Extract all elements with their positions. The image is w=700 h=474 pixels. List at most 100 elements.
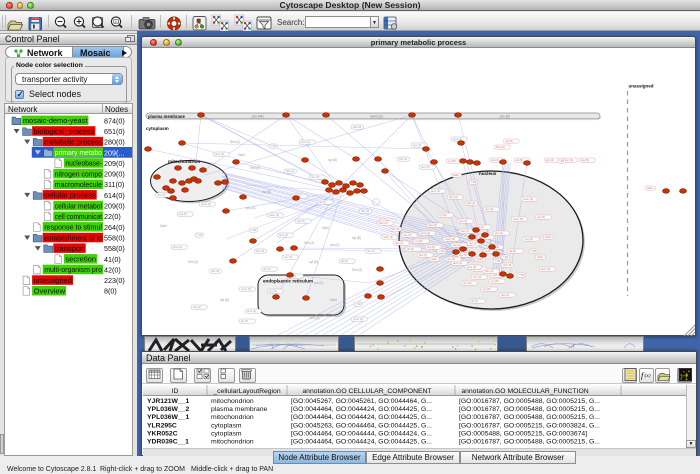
svg-text:res (4): res (4) xyxy=(263,267,271,271)
svg-text:cyt (8): cyt (8) xyxy=(352,236,361,240)
svg-text:alt (6): alt (6) xyxy=(407,247,414,251)
svg-text:cyt (8): cyt (8) xyxy=(491,279,499,283)
svg-text:YDR039C__1: YDR039C__1 xyxy=(147,439,189,446)
svg-text:YLR: YLR xyxy=(531,249,536,253)
svg-text:cytoplasm: cytoplasm xyxy=(211,422,242,429)
svg-text:cyt (8): cyt (8) xyxy=(309,260,318,264)
svg-text:209(0): 209(0) xyxy=(104,170,125,179)
svg-text:response to stimul: response to stimul xyxy=(44,223,102,232)
svg-text:establishment of lo: establishment of lo xyxy=(44,233,102,242)
svg-text:res (4): res (4) xyxy=(395,241,403,245)
svg-text:41(0): 41(0) xyxy=(104,255,121,264)
svg-text:pro (2): pro (2) xyxy=(310,316,319,320)
svg-text:ame (4): ame (4) xyxy=(247,309,256,313)
svg-text:mitochondrion: mitochondrion xyxy=(211,439,254,446)
svg-text:Overview: Overview xyxy=(34,287,66,296)
svg-text:Sim (2): Sim (2) xyxy=(304,241,314,245)
svg-text:280(0): 280(0) xyxy=(104,138,125,147)
svg-text:Gal4: Gal4 xyxy=(160,224,167,228)
svg-text:org (5): org (5) xyxy=(581,158,589,162)
svg-text:GO-44: GO-44 xyxy=(467,201,476,205)
svg-text:Sim (2): Sim (2) xyxy=(496,145,505,149)
svg-text:[GO:0045263, GO:0044464, GO:00: [GO:0045263, GO:0044464, GO:0044425, G..… xyxy=(291,422,432,429)
svg-text:nuc (3): nuc (3) xyxy=(485,207,493,211)
svg-text:42(0): 42(0) xyxy=(104,265,121,274)
svg-text:org (5): org (5) xyxy=(297,219,305,223)
svg-text:org (5): org (5) xyxy=(269,289,277,293)
svg-text:org (5): org (5) xyxy=(525,237,533,241)
svg-text:macromolecule: macromolecule xyxy=(55,180,102,189)
svg-text:GO-44: GO-44 xyxy=(256,249,265,253)
svg-text:mitochondrion: mitochondrion xyxy=(168,159,200,164)
svg-text:1:1: 1:1 xyxy=(114,20,119,24)
svg-text:mem (3): mem (3) xyxy=(241,287,251,291)
svg-text:311(0): 311(0) xyxy=(104,180,124,189)
svg-text:614(0): 614(0) xyxy=(104,191,125,200)
svg-text:pm (44): pm (44) xyxy=(252,114,264,118)
svg-text:alt (6): alt (6) xyxy=(341,259,348,263)
svg-text:org (5): org (5) xyxy=(459,253,467,257)
svg-text:YLR: YLR xyxy=(471,180,476,184)
svg-text:[GO:0016787, GO:0005488, GO:00: [GO:0016787, GO:0005488, GO:0005215, G..… xyxy=(459,398,600,405)
svg-text:209(0): 209(0) xyxy=(104,159,125,168)
svg-text:res (4): res (4) xyxy=(453,243,461,247)
svg-text:pro (2): pro (2) xyxy=(419,253,427,257)
svg-text:[GO:0016787, GO:0005488, GO:00: [GO:0016787, GO:0005488, GO:0005215, G..… xyxy=(459,439,600,446)
svg-text:ame (4): ame (4) xyxy=(541,267,550,271)
svg-text:223(0): 223(0) xyxy=(104,276,125,285)
svg-text:res (4): res (4) xyxy=(367,249,375,253)
svg-text:mosaic-demo-yeast: mosaic-demo-yeast xyxy=(23,116,87,125)
svg-text:209(0): 209(0) xyxy=(104,202,125,211)
svg-text:mem (3): mem (3) xyxy=(445,237,455,241)
svg-text:YLR: YLR xyxy=(503,255,508,259)
svg-text:209(...: 209(... xyxy=(104,148,124,157)
svg-text:YLR: YLR xyxy=(197,233,202,237)
svg-text:annotation.GO CELLULAR_COMPONE: annotation.GO CELLULAR_COMPONENT xyxy=(302,388,431,395)
svg-text:(x): (x) xyxy=(645,372,651,379)
svg-text:res (4): res (4) xyxy=(461,229,469,233)
svg-text:Gal4: Gal4 xyxy=(647,186,653,190)
svg-text:Gal4: Gal4 xyxy=(322,226,329,230)
svg-text:nuc (3): nuc (3) xyxy=(421,165,429,169)
svg-text:mem (3): mem (3) xyxy=(269,213,279,217)
svg-text:Sim (2): Sim (2) xyxy=(352,268,362,272)
svg-text:nuc (3): nuc (3) xyxy=(463,281,471,285)
svg-text:pm (6): pm (6) xyxy=(500,114,510,118)
svg-text:651(0): 651(0) xyxy=(104,127,125,136)
svg-text:Sim (2): Sim (2) xyxy=(230,140,240,144)
svg-text:nuc (3): nuc (3) xyxy=(157,193,165,197)
svg-text:plasma membrane: plasma membrane xyxy=(211,406,268,413)
svg-text:alt (6): alt (6) xyxy=(509,249,516,253)
svg-text:YLR: YLR xyxy=(495,259,500,263)
svg-text:metabolic process: metabolic process xyxy=(44,137,102,146)
svg-text:GO-44: GO-44 xyxy=(211,269,220,273)
svg-text:GO-44: GO-44 xyxy=(399,157,408,161)
svg-text:GO-44: GO-44 xyxy=(286,169,295,173)
svg-text:mitochondrion: mitochondrion xyxy=(211,398,254,405)
svg-text:cellular metabol: cellular metabol xyxy=(55,201,103,210)
svg-text:nuc (3): nuc (3) xyxy=(413,143,421,147)
svg-text:org (5): org (5) xyxy=(427,245,435,249)
svg-text:ame (4): ame (4) xyxy=(421,231,430,235)
svg-text:Gal4: Gal4 xyxy=(330,298,337,302)
svg-text:Gal4: Gal4 xyxy=(453,173,459,177)
svg-text:YLR: YLR xyxy=(251,228,256,232)
svg-text:22(0): 22(0) xyxy=(104,212,121,221)
svg-text:nucleus: nucleus xyxy=(479,171,497,176)
svg-text:ame (4): ame (4) xyxy=(453,261,462,265)
svg-text:cell communicat: cell communicat xyxy=(55,212,102,221)
svg-text:pro (2): pro (2) xyxy=(330,243,339,247)
svg-text:Gal4: Gal4 xyxy=(238,153,245,157)
svg-text:alt (6): alt (6) xyxy=(471,299,478,303)
svg-text:[GO:0016787, GO:0005488, GO:00: [GO:0016787, GO:0005488, GO:0005215, G..… xyxy=(459,406,600,413)
svg-text:mem (3): mem (3) xyxy=(353,317,363,321)
svg-text:GO-44: GO-44 xyxy=(361,209,370,213)
svg-text:cyt (8): cyt (8) xyxy=(220,298,229,302)
svg-text:cyt (8): cyt (8) xyxy=(328,158,337,162)
svg-text:nuc (3): nuc (3) xyxy=(403,233,411,237)
svg-text:[GO:0045267, GO:0045261, GO:00: [GO:0045267, GO:0045261, GO:0044464, G..… xyxy=(291,398,432,405)
svg-text:Gal4: Gal4 xyxy=(537,255,543,259)
svg-text:unassigned: unassigned xyxy=(629,84,654,89)
svg-text:YLR: YLR xyxy=(439,249,444,253)
svg-text:cyt (8): cyt (8) xyxy=(262,190,271,194)
